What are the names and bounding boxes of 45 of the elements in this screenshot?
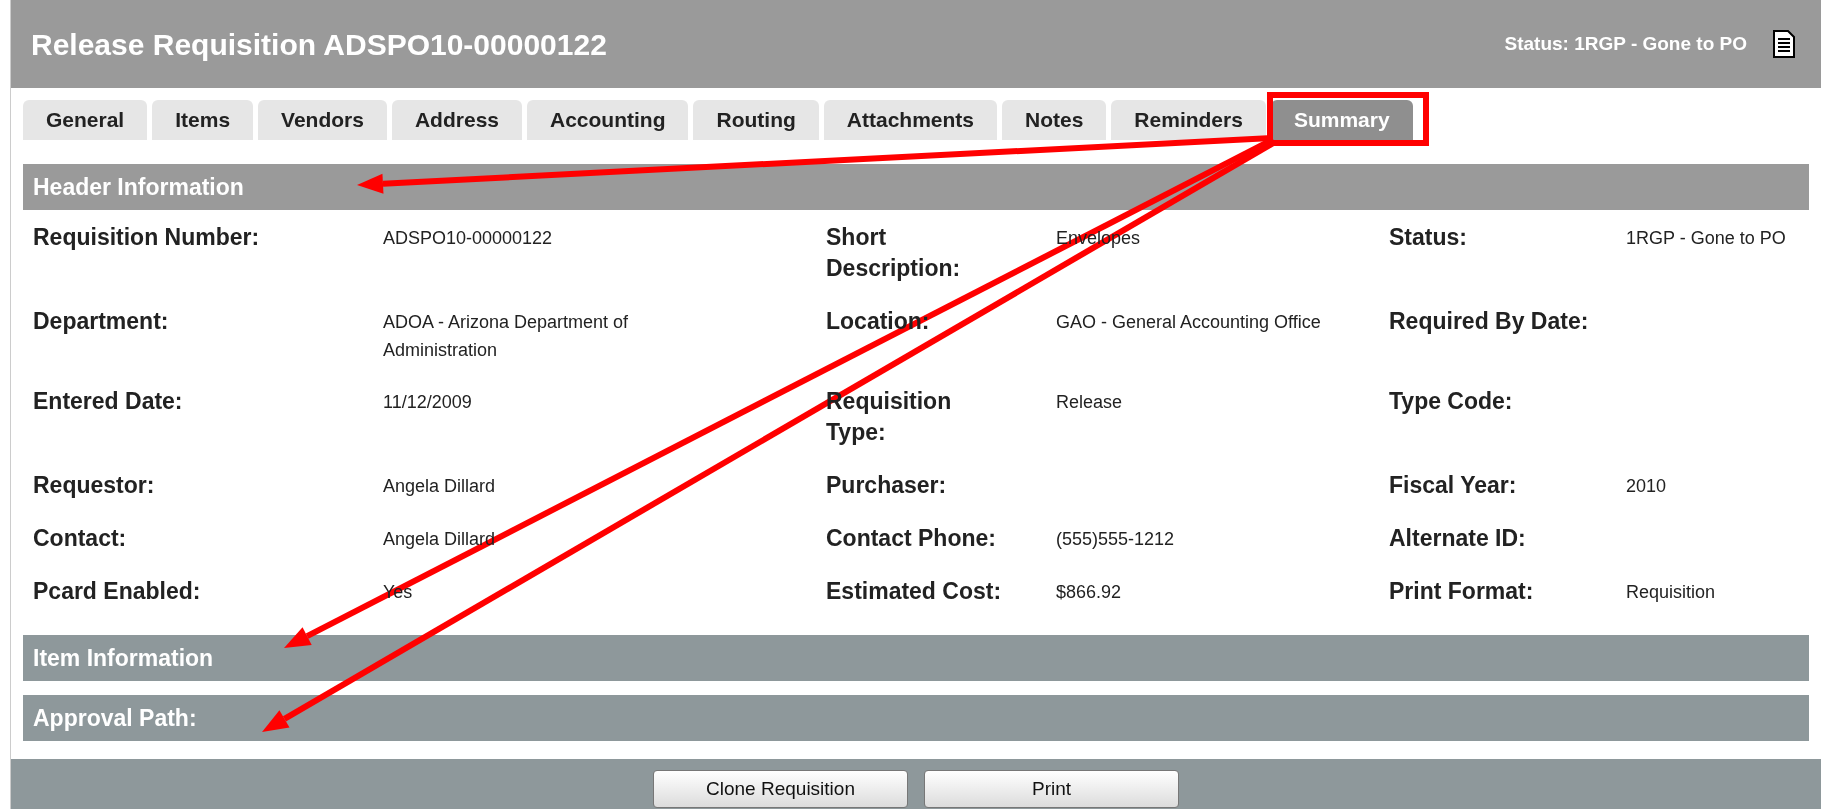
field-label: Fiscal Year: xyxy=(1389,471,1517,500)
field-value: ADOA - Arizona Department of Administration xyxy=(383,311,630,362)
field-value: Release xyxy=(1056,391,1123,414)
field-label: Alternate ID: xyxy=(1389,524,1526,553)
tab[interactable]: Notes xyxy=(1002,100,1107,140)
field-label: Estimated Cost: xyxy=(826,577,1002,606)
field-label: Department: xyxy=(33,307,169,336)
section-title: Header Information xyxy=(33,172,244,202)
field-label: Contact Phone: xyxy=(826,524,996,553)
field-value: 1RGP - Gone to PO xyxy=(1626,227,1786,250)
field-value: GAO - General Accounting Office xyxy=(1056,311,1321,334)
tab[interactable]: Vendors xyxy=(258,100,387,140)
field-label: Contact: xyxy=(33,524,127,553)
tab[interactable]: Attachments xyxy=(823,100,997,140)
field-value: (555)555-1212 xyxy=(1056,528,1175,551)
field-label: Requisition Number: xyxy=(33,223,260,252)
tab[interactable]: Routing xyxy=(693,100,819,140)
field-label: Print Format: xyxy=(1389,577,1534,606)
tab[interactable]: Items xyxy=(152,100,254,140)
tab[interactable]: Reminders xyxy=(1111,100,1266,140)
field-label: Requestor: xyxy=(33,471,155,500)
section-title: Item Information xyxy=(33,643,214,673)
field-label: Pcard Enabled: xyxy=(33,577,201,606)
field-label: Entered Date: xyxy=(33,387,183,416)
window-title: Release Requisition ADSPO10-00000122 xyxy=(31,26,607,63)
field-value: Angela Dillard xyxy=(383,528,496,551)
field-label: Required By Date: xyxy=(1389,307,1589,336)
field-label: Short Description: xyxy=(826,223,962,283)
field-value: Requisition xyxy=(1626,581,1716,604)
action-button[interactable]: Clone Requisition xyxy=(653,770,908,808)
status-text: Status: 1RGP - Gone to PO xyxy=(1504,31,1747,56)
field-label: Status: xyxy=(1389,223,1467,252)
tab[interactable]: General xyxy=(23,100,148,140)
tab[interactable]: Address xyxy=(391,100,522,140)
field-value: Angela Dillard xyxy=(383,475,496,498)
field-label: Requisition Type: xyxy=(826,387,953,447)
field-value: ADSPO10-00000122 xyxy=(383,227,553,250)
action-button[interactable]: Print xyxy=(924,770,1179,808)
field-value: 11/12/2009 xyxy=(383,391,472,414)
field-label: Type Code: xyxy=(1389,387,1513,416)
field-value: 2010 xyxy=(1626,475,1667,498)
section-title: Approval Path: xyxy=(33,703,197,733)
field-value: $866.92 xyxy=(1056,581,1122,604)
field-label: Purchaser: xyxy=(826,471,947,500)
tab[interactable]: Accounting xyxy=(527,100,689,140)
